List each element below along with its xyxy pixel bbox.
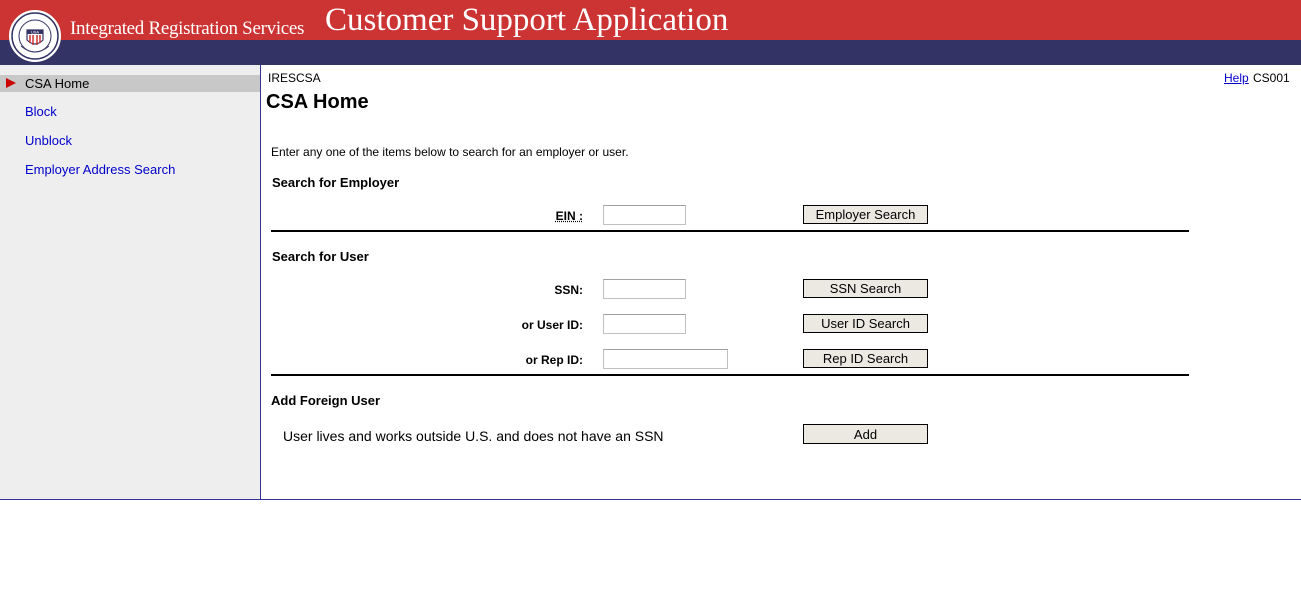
- foreign-user-section-heading: Add Foreign User: [271, 393, 381, 408]
- ssn-input[interactable]: [603, 279, 686, 299]
- app-title: Customer Support Application: [325, 2, 729, 38]
- sidebar-item-label: Employer Address Search: [25, 162, 176, 177]
- ssa-seal-icon: USA: [9, 10, 61, 62]
- section-divider: [271, 230, 1189, 232]
- help-link[interactable]: Help: [1224, 71, 1249, 85]
- sidebar: CSA Home Block Unblock Employer Address …: [0, 65, 261, 500]
- active-arrow-icon: [6, 78, 16, 88]
- brand-name: Integrated Registration Services: [70, 18, 305, 39]
- sidebar-item-label: Unblock: [25, 133, 72, 148]
- ein-input[interactable]: [603, 205, 686, 225]
- section-divider: [271, 374, 1189, 376]
- add-foreign-user-button[interactable]: Add: [803, 424, 928, 444]
- employer-section-heading: Search for Employer: [272, 175, 400, 190]
- main-content: IRESCSA Help CS001 CSA Home Enter any on…: [261, 65, 1301, 499]
- sidebar-item-unblock[interactable]: Unblock: [0, 132, 260, 149]
- rep-id-input[interactable]: [603, 349, 728, 369]
- employer-search-button[interactable]: Employer Search: [803, 205, 928, 224]
- sidebar-item-block[interactable]: Block: [0, 103, 260, 120]
- intro-text: Enter any one of the items below to sear…: [271, 145, 629, 159]
- ssn-search-button[interactable]: SSN Search: [803, 279, 928, 298]
- user-id-label: or User ID:: [521, 318, 583, 332]
- sidebar-item-csa-home[interactable]: CSA Home: [0, 75, 260, 92]
- user-section-heading: Search for User: [272, 249, 369, 264]
- rep-id-search-button[interactable]: Rep ID Search: [803, 349, 928, 368]
- sidebar-item-employer-address-search[interactable]: Employer Address Search: [0, 161, 260, 178]
- rep-id-label: or Rep ID:: [525, 353, 583, 367]
- ein-label: EIN :: [555, 209, 583, 223]
- footer-divider: [0, 499, 1301, 500]
- seal-text: USA: [31, 30, 40, 35]
- sidebar-item-label: CSA Home: [25, 76, 90, 91]
- system-name: IRESCSA: [268, 71, 321, 85]
- user-id-search-button[interactable]: User ID Search: [803, 314, 928, 333]
- sidebar-item-label: Block: [25, 104, 57, 119]
- header-strip: [0, 40, 1301, 65]
- foreign-user-description: User lives and works outside U.S. and do…: [283, 428, 664, 444]
- page-title: CSA Home: [266, 91, 369, 113]
- user-id-input[interactable]: [603, 314, 686, 334]
- screen-id: CS001: [1253, 71, 1290, 85]
- ssn-label: SSN:: [554, 283, 583, 297]
